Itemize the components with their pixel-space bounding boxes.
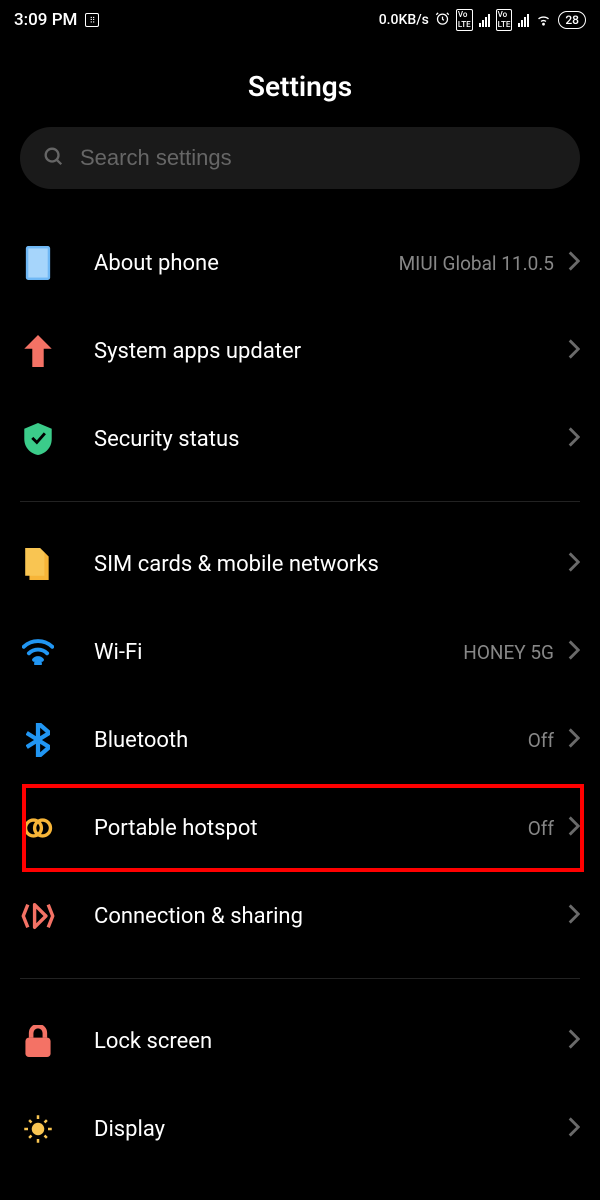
row-bluetooth[interactable]: Bluetooth Off: [0, 696, 600, 784]
row-security-status[interactable]: Security status: [0, 395, 600, 483]
row-label: Portable hotspot: [94, 816, 528, 841]
row-system-apps-updater[interactable]: System apps updater: [0, 307, 600, 395]
status-data-rate: 0.0KB/s: [379, 12, 429, 28]
row-label: Display: [94, 1117, 568, 1142]
lock-icon: [20, 1023, 56, 1059]
row-value: HONEY 5G: [463, 641, 554, 664]
chevron-right-icon: [568, 1117, 580, 1141]
phone-icon: [20, 245, 56, 281]
row-portable-hotspot[interactable]: Portable hotspot Off: [0, 784, 600, 872]
battery-icon: 28: [558, 11, 586, 29]
keyboard-icon: ⠿: [85, 13, 99, 27]
signal-icon-2: [518, 14, 529, 27]
row-value: Off: [528, 817, 554, 840]
update-arrow-icon: [20, 333, 56, 369]
row-display[interactable]: Display: [0, 1085, 600, 1147]
shield-check-icon: [20, 421, 56, 457]
row-label: Wi-Fi: [94, 640, 463, 665]
chevron-right-icon: [568, 427, 580, 451]
volte-icon-1: VoLTE: [456, 9, 473, 31]
row-wifi[interactable]: Wi-Fi HONEY 5G: [0, 608, 600, 696]
volte-icon-2: VoLTE: [496, 9, 513, 31]
divider: [20, 501, 580, 502]
chevron-right-icon: [568, 1029, 580, 1053]
chevron-right-icon: [568, 816, 580, 840]
row-about-phone[interactable]: About phone MIUI Global 11.0.5: [0, 219, 600, 307]
wifi-status-icon: [535, 10, 552, 31]
row-lock-screen[interactable]: Lock screen: [0, 997, 600, 1085]
status-time: 3:09 PM: [14, 10, 77, 30]
chevron-right-icon: [568, 251, 580, 275]
row-label: About phone: [94, 251, 399, 276]
search-input[interactable]: [80, 145, 558, 171]
chevron-right-icon: [568, 552, 580, 576]
hotspot-icon: [20, 810, 56, 846]
row-label: Bluetooth: [94, 728, 528, 753]
row-value: MIUI Global 11.0.5: [399, 252, 554, 275]
alarm-icon: [435, 11, 450, 30]
chevron-right-icon: [568, 339, 580, 363]
wifi-icon: [20, 634, 56, 670]
row-label: Security status: [94, 427, 568, 452]
row-connection-sharing[interactable]: Connection & sharing: [0, 872, 600, 960]
status-bar: 3:09 PM ⠿ 0.0KB/s VoLTE VoLTE 28: [0, 0, 600, 40]
search-icon: [42, 145, 64, 171]
brightness-icon: [20, 1111, 56, 1147]
signal-icon-1: [479, 14, 490, 27]
sim-card-icon: [20, 546, 56, 582]
row-sim-cards[interactable]: SIM cards & mobile networks: [0, 520, 600, 608]
page-title: Settings: [0, 70, 600, 103]
connection-icon: [20, 898, 56, 934]
bluetooth-icon: [20, 722, 56, 758]
row-value: Off: [528, 729, 554, 752]
chevron-right-icon: [568, 728, 580, 752]
chevron-right-icon: [568, 904, 580, 928]
chevron-right-icon: [568, 640, 580, 664]
row-label: Lock screen: [94, 1029, 568, 1054]
row-label: System apps updater: [94, 339, 568, 364]
row-label: Connection & sharing: [94, 904, 568, 929]
divider: [20, 978, 580, 979]
search-bar[interactable]: [20, 127, 580, 189]
row-label: SIM cards & mobile networks: [94, 552, 568, 577]
